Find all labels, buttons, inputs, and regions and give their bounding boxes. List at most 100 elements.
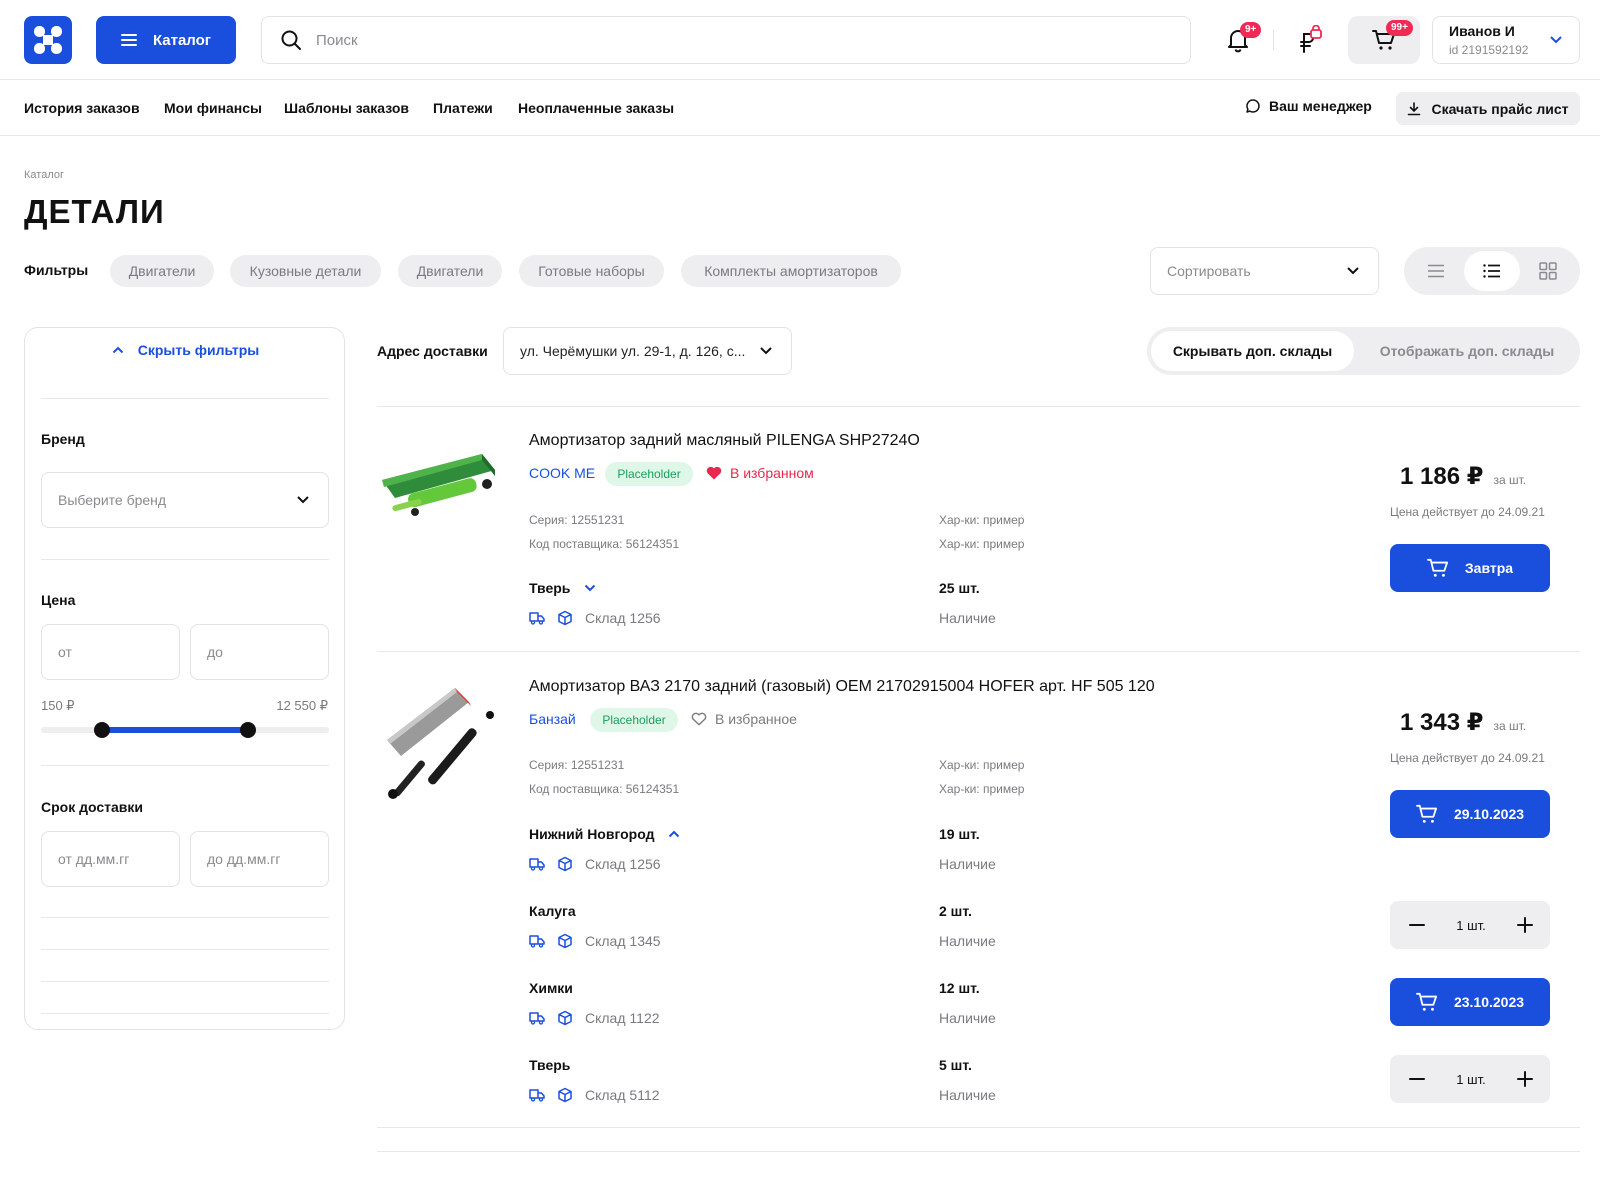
box-icon bbox=[558, 1010, 572, 1026]
price-slider-range bbox=[102, 727, 248, 733]
price-to-input[interactable]: до bbox=[190, 624, 329, 680]
city-label: Тверь bbox=[529, 1057, 571, 1073]
nav-item-unpaid-orders[interactable]: Неоплаченные заказы bbox=[518, 100, 674, 116]
warehouse-city: Тверь bbox=[529, 1057, 570, 1073]
box-icon bbox=[558, 933, 572, 949]
minus-icon[interactable] bbox=[1408, 916, 1426, 934]
search-input[interactable] bbox=[316, 31, 1116, 49]
add-to-cart-button[interactable]: 29.10.2023 bbox=[1390, 790, 1550, 838]
add-to-cart-button[interactable]: 23.10.2023 bbox=[1390, 978, 1550, 1026]
header-divider bbox=[1273, 30, 1274, 50]
product-image[interactable] bbox=[377, 680, 502, 805]
price-min-label: 150 ₽ bbox=[41, 698, 75, 713]
product-tag: Placeholder bbox=[605, 462, 693, 486]
filter-chip[interactable]: Кузовные детали bbox=[230, 255, 381, 287]
nav-item-order-history[interactable]: История заказов bbox=[24, 100, 140, 116]
favorite-button[interactable]: В избранное bbox=[691, 711, 797, 727]
view-list-button[interactable] bbox=[1464, 251, 1520, 291]
price-slider-min-handle[interactable] bbox=[94, 722, 110, 738]
chevron-up-icon bbox=[669, 830, 680, 838]
nav-item-order-templates[interactable]: Шаблоны заказов bbox=[284, 100, 409, 116]
divider bbox=[377, 1151, 1580, 1152]
manager-link[interactable]: Ваш менеджер bbox=[1245, 98, 1372, 114]
delivery-address-value: ул. Черёмушки ул. 29-1, д. 126, с... bbox=[520, 343, 746, 359]
add-to-cart-button[interactable]: Завтра bbox=[1390, 544, 1550, 592]
breadcrumb[interactable]: Каталог bbox=[24, 169, 64, 181]
minus-icon[interactable] bbox=[1408, 1070, 1426, 1088]
truck-icon bbox=[529, 612, 545, 625]
notifications-button[interactable]: 9+ bbox=[1218, 20, 1262, 60]
cart-button[interactable]: 99+ bbox=[1348, 16, 1420, 64]
search-bar[interactable] bbox=[261, 16, 1191, 64]
plus-icon[interactable] bbox=[1516, 916, 1534, 934]
chevron-down-icon bbox=[297, 496, 309, 504]
warehouse-info: Склад 1256 bbox=[529, 856, 661, 872]
product-supplier-code: Код поставщика: 56124351 bbox=[529, 537, 680, 551]
divider bbox=[41, 1013, 329, 1014]
brand-select[interactable]: Выберите бренд bbox=[41, 472, 329, 528]
warehouse-info: Склад 1122 bbox=[529, 1010, 660, 1026]
hide-warehouses-option[interactable]: Скрывать доп. склады bbox=[1151, 331, 1354, 371]
favorite-button[interactable]: В избранном bbox=[706, 465, 814, 481]
quantity-stepper: 1 шт. bbox=[1390, 1055, 1550, 1103]
user-id: id 2191592192 bbox=[1449, 43, 1529, 57]
delivery-from-input[interactable]: от дд.мм.гг bbox=[41, 831, 180, 887]
hide-filters-label: Скрыть фильтры bbox=[137, 342, 260, 358]
stock-quantity: 2 шт. bbox=[939, 903, 972, 919]
delivery-to-input[interactable]: до дд.мм.гг bbox=[190, 831, 329, 887]
manager-label: Ваш менеджер bbox=[1269, 98, 1372, 114]
view-compact-button[interactable] bbox=[1408, 251, 1464, 291]
shock-absorber-box-image bbox=[382, 454, 495, 516]
compact-list-icon bbox=[1428, 264, 1444, 278]
heart-outline-icon bbox=[691, 712, 707, 726]
divider bbox=[377, 1127, 1580, 1128]
plus-icon[interactable] bbox=[1516, 1070, 1534, 1088]
product-image[interactable] bbox=[377, 432, 502, 542]
filter-chip[interactable]: Двигатели bbox=[398, 255, 502, 287]
divider bbox=[41, 559, 329, 560]
availability-label: Наличие bbox=[939, 1010, 996, 1026]
logo[interactable] bbox=[24, 16, 72, 64]
view-switcher bbox=[1404, 247, 1580, 295]
stock-quantity: 5 шт. bbox=[939, 1057, 972, 1073]
quantity-value: 1 шт. bbox=[1456, 917, 1486, 933]
product-name[interactable]: Амортизатор задний масляный PILENGA SHP2… bbox=[529, 432, 920, 450]
list-icon bbox=[1483, 264, 1500, 278]
availability-label: Наличие bbox=[939, 933, 996, 949]
show-warehouses-option[interactable]: Отображать доп. склады bbox=[1358, 331, 1576, 371]
notifications-badge: 9+ bbox=[1240, 22, 1262, 38]
nav-item-finances[interactable]: Мои финансы bbox=[164, 100, 262, 116]
warehouse-city[interactable]: Тверь bbox=[529, 580, 596, 596]
delivery-address-select[interactable]: ул. Черёмушки ул. 29-1, д. 126, с... bbox=[503, 327, 792, 375]
product-brand[interactable]: Банзай bbox=[529, 711, 576, 727]
divider bbox=[41, 765, 329, 766]
warehouses-toggle: Скрывать доп. склады Отображать доп. скл… bbox=[1147, 327, 1580, 375]
price-from-input[interactable]: от bbox=[41, 624, 180, 680]
warehouse-city[interactable]: Нижний Новгород bbox=[529, 826, 680, 842]
filter-chip[interactable]: Комплекты амортизаторов bbox=[681, 255, 901, 287]
box-icon bbox=[558, 856, 572, 872]
chevron-down-icon bbox=[585, 584, 596, 592]
download-price-button[interactable]: Скачать прайс лист bbox=[1396, 92, 1580, 125]
hide-filters-button[interactable]: Скрыть фильтры bbox=[25, 342, 346, 358]
product-supplier-code: Код поставщика: 56124351 bbox=[529, 782, 680, 796]
catalog-button[interactable]: Каталог bbox=[96, 16, 236, 64]
city-label: Нижний Новгород bbox=[529, 826, 655, 842]
sort-select[interactable]: Сортировать bbox=[1150, 247, 1379, 295]
nav-item-payments[interactable]: Платежи bbox=[433, 100, 493, 116]
download-icon bbox=[1408, 101, 1421, 115]
finance-button[interactable] bbox=[1289, 20, 1329, 60]
availability-label: Наличие bbox=[939, 856, 996, 872]
user-menu[interactable]: Иванов И id 2191592192 bbox=[1432, 16, 1580, 64]
product-brand[interactable]: COOK ME bbox=[529, 465, 595, 481]
filter-chip[interactable]: Двигатели bbox=[110, 255, 214, 287]
product-name[interactable]: Амортизатор ВАЗ 2170 задний (газовый) OE… bbox=[529, 678, 1155, 696]
sort-placeholder: Сортировать bbox=[1167, 263, 1251, 279]
catalog-label: Каталог bbox=[152, 31, 212, 49]
city-label: Калуга bbox=[529, 903, 576, 919]
filter-chip[interactable]: Готовые наборы bbox=[519, 255, 664, 287]
view-grid-button[interactable] bbox=[1520, 251, 1576, 291]
price-slider-max-handle[interactable] bbox=[240, 722, 256, 738]
shock-absorber-image bbox=[387, 688, 494, 799]
heart-filled-icon bbox=[706, 466, 722, 480]
